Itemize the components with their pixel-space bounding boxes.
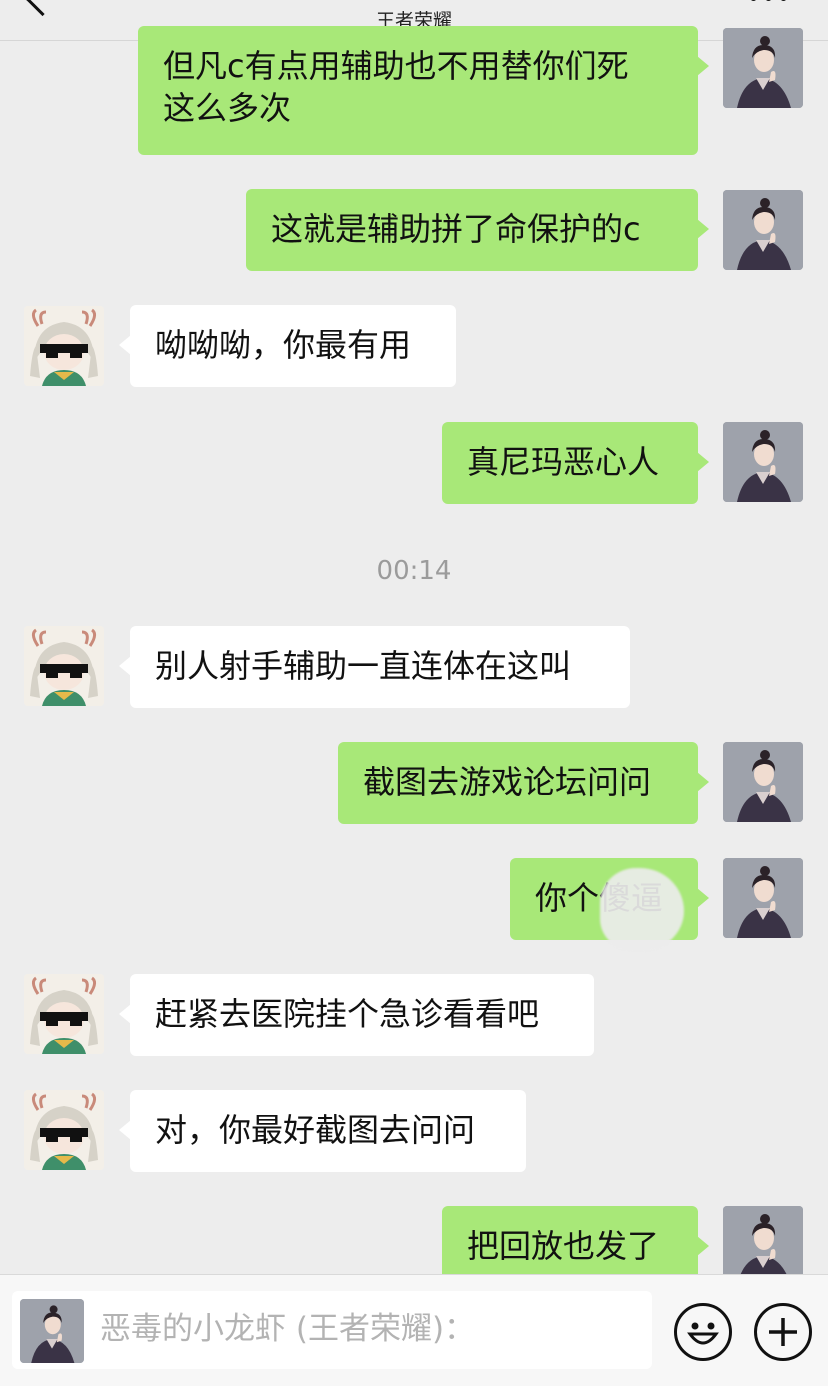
message-bubble[interactable]: 对，你最好截图去问问 [119, 1090, 526, 1172]
self-avatar[interactable] [723, 858, 803, 938]
self-avatar[interactable] [723, 28, 803, 108]
emoji-icon[interactable] [674, 1303, 732, 1361]
input-placeholder: 恶毒的小龙虾 (王者荣耀)： [100, 1311, 476, 1347]
contact-avatar[interactable] [24, 306, 104, 386]
message-bubble[interactable]: 截图去游戏论坛问问 [338, 742, 709, 824]
message-bubble[interactable]: 别人射手辅助一直连体在这叫 [119, 626, 630, 708]
input-bar: 恶毒的小龙虾 (王者荣耀)： [0, 1274, 828, 1386]
chat-timestamp: 00:14 [376, 556, 452, 586]
message-bubble[interactable]: 真尼玛恶心人 [442, 422, 709, 504]
message-bubble[interactable]: 呦呦呦，你最有用 [119, 305, 456, 387]
contact-avatar[interactable] [24, 974, 104, 1054]
plus-circle-icon[interactable] [754, 1303, 812, 1361]
message-input[interactable]: 恶毒的小龙虾 (王者荣耀)： [12, 1291, 652, 1369]
message-bubble[interactable]: 赶紧去医院挂个急诊看看吧 [119, 974, 594, 1056]
more-dots-icon[interactable] [750, 0, 790, 2]
message-bubble[interactable]: 但凡c有点用辅助也不用替你们死 这么多次 [138, 26, 709, 155]
contact-avatar[interactable] [24, 626, 104, 706]
self-avatar[interactable] [723, 422, 803, 502]
message-bubble[interactable]: 这就是辅助拼了命保护的c [246, 189, 709, 271]
redaction-smudge [600, 868, 684, 950]
self-avatar[interactable] [723, 190, 803, 270]
input-avatar [20, 1299, 84, 1363]
contact-avatar[interactable] [24, 1090, 104, 1170]
self-avatar[interactable] [723, 742, 803, 822]
